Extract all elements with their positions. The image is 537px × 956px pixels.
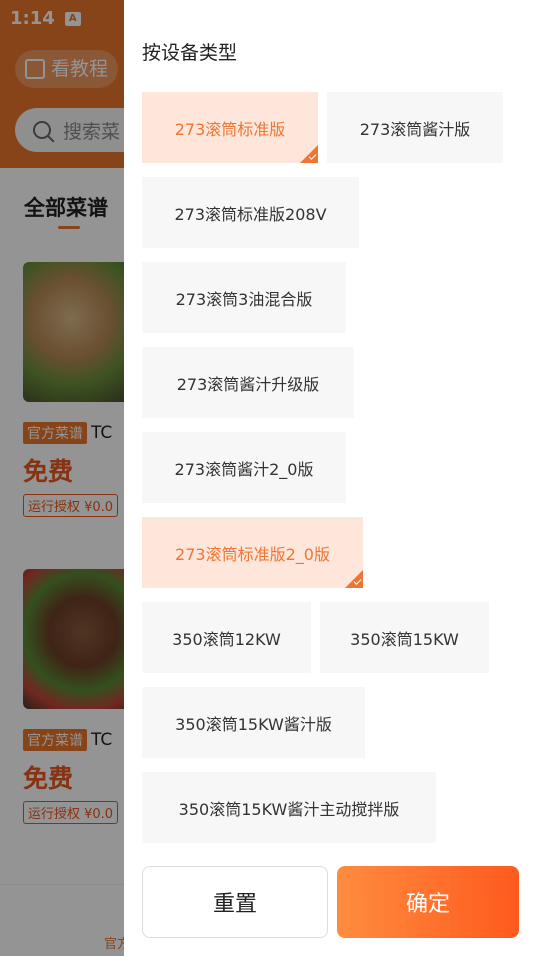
check-icon (300, 145, 318, 163)
option-chip[interactable]: 273滚筒标准版2_0版 (142, 517, 363, 588)
option-chip[interactable]: 273滚筒酱汁2_0版 (142, 432, 346, 503)
device-type-title: 按设备类型 (142, 42, 238, 64)
option-label: 350滚筒15KW酱汁主动搅拌版 (178, 799, 400, 819)
option-label: 350滚筒15KW (350, 629, 459, 649)
option-chip[interactable]: 273滚筒3油混合版 (142, 262, 346, 333)
option-chip[interactable]: 350滚筒15KW酱汁版 (142, 687, 365, 758)
option-chip[interactable]: 273滚筒酱汁版 (327, 92, 503, 163)
reset-button[interactable]: 重置 (142, 866, 328, 938)
option-label: 273滚筒3油混合版 (175, 289, 313, 309)
option-chip[interactable]: 350滚筒15KW (320, 602, 489, 673)
option-chip[interactable]: 273滚筒标准版 (142, 92, 318, 163)
option-label: 273滚筒标准版2_0版 (175, 544, 330, 564)
option-label: 273滚筒标准版208V (174, 204, 327, 224)
option-label: 350滚筒15KW酱汁版 (175, 714, 332, 734)
option-chip[interactable]: 273滚筒酱汁升级版 (142, 347, 354, 418)
option-chip[interactable]: 273滚筒标准版208V (142, 177, 359, 248)
option-chip[interactable]: 350滚筒12KW (142, 602, 311, 673)
confirm-button[interactable]: 确定 (337, 866, 519, 938)
option-label: 273滚筒标准版 (174, 119, 286, 139)
check-icon (345, 570, 363, 588)
option-label: 273滚筒酱汁版 (359, 119, 471, 139)
option-label: 350滚筒12KW (172, 629, 281, 649)
device-type-options: 273滚筒标准版 273滚筒酱汁版 273滚筒标准版208V 273滚筒3油混合… (142, 92, 522, 843)
option-chip[interactable]: 350滚筒15KW酱汁主动搅拌版 (142, 772, 436, 843)
filter-drawer: 按设备类型 273滚筒标准版 273滚筒酱汁版 273滚筒标准版208V 273… (124, 0, 537, 956)
option-label: 273滚筒酱汁2_0版 (174, 459, 314, 479)
option-label: 273滚筒酱汁升级版 (176, 374, 320, 394)
